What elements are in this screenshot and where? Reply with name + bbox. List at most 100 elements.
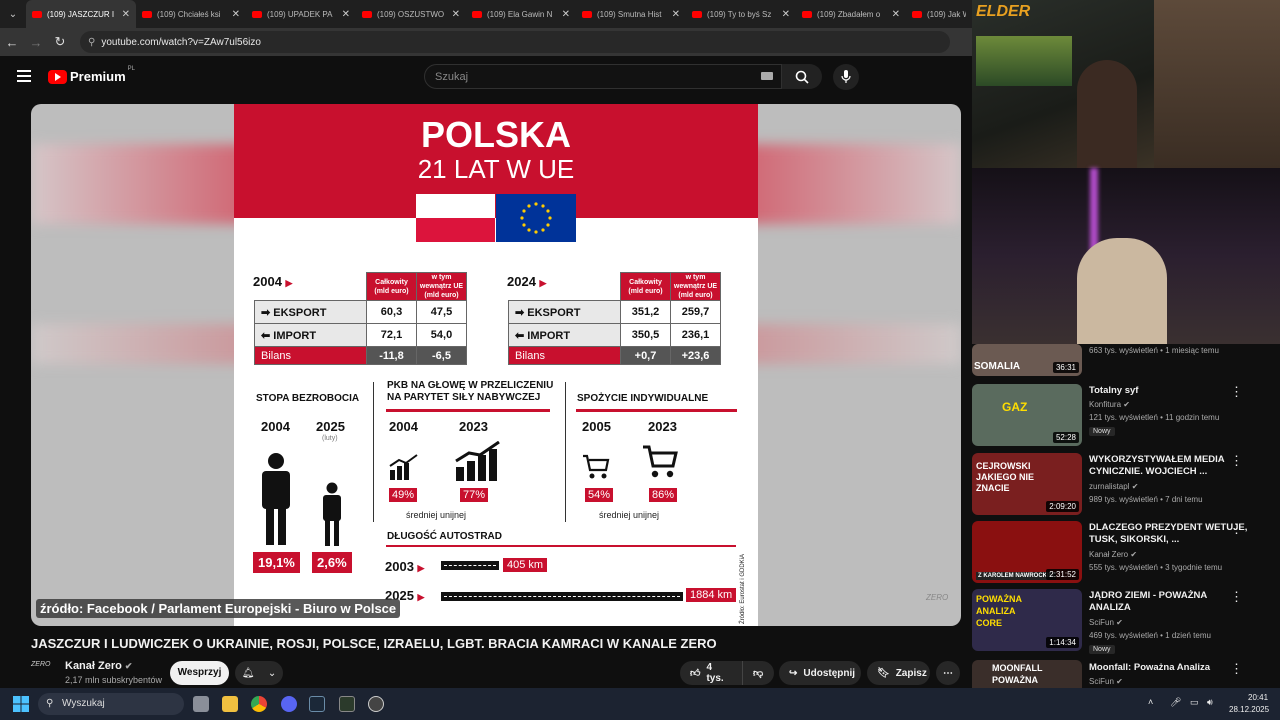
tab-5[interactable]: (109) Smutna Hist ✕ [576,0,686,28]
url-field[interactable]: ⚲ youtube.com/watch?v=ZAw7ul56izo [80,31,950,53]
clock-time[interactable]: 20:41 [1248,693,1268,702]
column-header: Całkowity (mld euro) [620,272,671,301]
taskbar-search[interactable]: ⚲ Wyszukaj [38,693,184,715]
channel-name[interactable]: SciFun ✔ [1089,677,1123,686]
consumption-year: 2023 [648,419,677,434]
video-player[interactable]: POLSKA 21 LAT W UE 2004 ▶ Całkowity (mld… [31,104,961,626]
slide-subtitle: 21 LAT W UE [417,154,575,184]
volume-icon[interactable]: 🔊︎ [1207,697,1213,708]
windows-start-icon[interactable] [13,696,29,712]
bell-icon: 🔔︎ [241,667,255,679]
channel-name[interactable]: SciFun ✔ [1089,618,1123,627]
unemployment-value-2025: 2,6% [312,552,352,573]
youtube-favicon-icon [142,10,152,18]
close-tab-icon[interactable]: ✕ [452,9,460,20]
recommendation-item[interactable]: SOMALIA 36:31 663 tys. wyświetleń • 1 mi… [972,344,1280,378]
tab-7[interactable]: (109) Zbadałem o ✕ [796,0,906,28]
close-tab-icon[interactable]: ✕ [672,9,680,20]
close-tab-icon[interactable]: ✕ [342,9,350,20]
channel-name[interactable]: Kanał Zero ✔ [1089,550,1137,559]
tray-chevron-icon[interactable]: ˄ [1148,697,1153,707]
recommendation-item[interactable]: POWAŻNA ANALIZA CORE 1:14:34 JĄDRO ZIEMI… [972,589,1280,654]
slide-title: POLSKA [420,114,571,155]
video-meta: 121 tys. wyświetleń • 11 godzin temu [1089,413,1220,422]
video-thumbnail[interactable]: Z KAROLEM NAWROCKIM 2:31:52 [972,521,1082,583]
video-title[interactable]: JĄDRO ZIEMI - POWAŻNA ANALIZA [1089,590,1249,614]
video-title[interactable]: DLACZEGO PREZYDENT WETUJE, TUSK, SIKORSK… [1089,522,1249,546]
tab-8[interactable]: (109) Jak W [906,0,972,28]
search-button[interactable] [782,64,822,89]
more-options-icon[interactable]: ⋮ [1230,453,1243,469]
more-actions-button[interactable]: ⋯ [936,661,960,685]
growth-chart-large-icon [455,441,500,481]
reload-icon[interactable]: ↻ [48,34,72,50]
share-button[interactable]: ↪ Udostępnij [779,661,861,685]
more-options-icon[interactable]: ⋮ [1230,661,1243,677]
tab-list-icon[interactable]: ⌄ [0,0,26,28]
video-title[interactable]: WYKORZYSTYWAŁEM MEDIA CYNICZNIE. WOJCIEC… [1089,454,1249,478]
save-button[interactable]: 🔖︎ Zapisz [867,661,930,685]
search-input[interactable]: Szukaj [424,64,782,89]
site-info-icon[interactable]: ⚲ [88,37,95,48]
poland-flag-icon [416,194,495,242]
discord-icon[interactable] [281,696,297,712]
task-view-icon[interactable] [193,696,209,712]
more-options-icon[interactable]: ⋮ [1230,589,1243,605]
channel-avatar[interactable]: ZERO [31,661,57,681]
app-icon[interactable] [339,696,355,712]
video-title[interactable]: Moonfall: Poważna Analiza [1089,662,1249,674]
chrome-icon[interactable] [251,696,267,712]
clock-date[interactable]: 28.12.2025 [1229,705,1269,714]
recommendation-item[interactable]: CEJROWSKI JAKIEGO NIE ZNACIE 2:09:20 WYK… [972,453,1280,517]
tab-2[interactable]: (109) UPADEK PA ✕ [246,0,356,28]
notifications-button[interactable]: 🔔︎ ⌄ [235,661,283,685]
column-header: Całkowity (mld euro) [366,272,417,301]
like-button[interactable]: 👍︎ 4 tys. [680,661,742,685]
youtube-logo[interactable]: Premium PL [48,66,135,84]
gdp-title: PKB NA GŁOWĘ W PRZELICZENIU NA PARYTET S… [387,380,554,403]
recommendation-item[interactable]: GAZ 52:28 Totalny syf Konfitura ✔ 121 ty… [972,384,1280,448]
voice-search-button[interactable] [833,64,859,90]
youtube-favicon-icon [802,10,812,18]
more-options-icon[interactable]: ⋮ [1230,521,1243,537]
microphone-tray-icon[interactable]: 🎤︎ [1170,697,1181,708]
forward-icon[interactable]: → [24,35,48,50]
dislike-button[interactable]: 👎︎ [742,661,774,685]
close-tab-icon[interactable]: ✕ [232,9,240,20]
steam-icon[interactable] [309,696,325,712]
video-thumbnail[interactable]: MOONFALL POWAŻNA [972,660,1082,688]
network-icon[interactable]: ▭ [1190,697,1199,708]
keyboard-icon[interactable] [761,72,773,80]
table-row: ➡ EKSPORT 60,3 47,5 [254,300,467,324]
tab-3[interactable]: (109) OSZUSTWO ✕ [356,0,466,28]
tab-1[interactable]: (109) Chciałeś ksi ✕ [136,0,246,28]
tab-0[interactable]: (109) JASZCZUR I ✕ [26,0,136,28]
recommendation-item[interactable]: Z KAROLEM NAWROCKIM 2:31:52 DLACZEGO PRE… [972,521,1280,585]
close-tab-icon[interactable]: ✕ [892,9,900,20]
video-thumbnail[interactable]: GAZ 52:28 [972,384,1082,446]
tab-6[interactable]: (109) Ty to byś Sz ✕ [686,0,796,28]
channel-name[interactable]: Konfitura ✔ [1089,400,1130,409]
more-options-icon[interactable]: ⋮ [1230,384,1243,400]
channel-name[interactable]: zurnalistapl ✔ [1089,482,1138,491]
channel-name[interactable]: Kanał Zero ✔ [65,660,132,672]
close-tab-icon[interactable]: ✕ [122,9,130,20]
duration-badge: 2:31:52 [1046,569,1079,580]
video-title[interactable]: Totalny syf [1089,385,1249,397]
consumption-year: 2005 [582,419,611,434]
menu-icon[interactable] [17,70,31,82]
video-thumbnail[interactable]: SOMALIA 36:31 [972,344,1082,376]
video-thumbnail[interactable]: POWAŻNA ANALIZA CORE 1:14:34 [972,589,1082,651]
url-text: youtube.com/watch?v=ZAw7ul56izo [101,36,261,48]
recommendation-item[interactable]: MOONFALL POWAŻNA Moonfall: Poważna Anali… [972,660,1280,688]
webcam-guest [972,168,1280,344]
close-tab-icon[interactable]: ✕ [782,9,790,20]
support-button[interactable]: Wesprzyj [170,661,229,685]
file-explorer-icon[interactable] [222,696,238,712]
obs-icon[interactable] [368,696,384,712]
tab-title: (109) UPADEK PA [267,9,333,19]
tab-4[interactable]: (109) Ela Gawin N ✕ [466,0,576,28]
close-tab-icon[interactable]: ✕ [562,9,570,20]
video-thumbnail[interactable]: CEJROWSKI JAKIEGO NIE ZNACIE 2:09:20 [972,453,1082,515]
back-icon[interactable]: ← [0,35,24,50]
